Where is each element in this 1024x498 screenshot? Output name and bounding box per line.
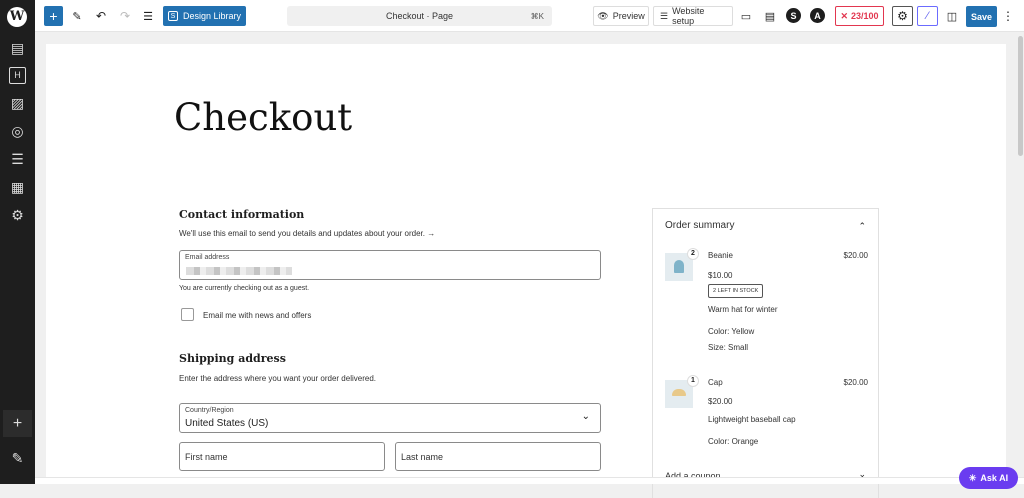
add-icon[interactable]: + bbox=[3, 410, 32, 437]
website-setup-button[interactable]: ☰ Website setup bbox=[653, 6, 733, 26]
sidebar: W ▤ H ▨ ◎ ☰ ▦ ⚙ + ✎ bbox=[0, 0, 35, 484]
edit-icon[interactable]: ✎ bbox=[9, 450, 26, 467]
contact-heading: Contact information bbox=[179, 208, 305, 221]
pen-icon[interactable]: ✎ bbox=[69, 6, 85, 26]
top-toolbar: + ✎ ↶ ↷ ☰ S Design Library Checkout · Pag… bbox=[35, 0, 1024, 32]
item-attribute: Color: Yellow bbox=[708, 327, 755, 336]
stackable-icon: S bbox=[167, 11, 178, 21]
item-total: $20.00 bbox=[843, 378, 868, 387]
list-icon: ☰ bbox=[660, 10, 669, 21]
shortcut-hint: ⌘K bbox=[530, 11, 544, 21]
item-attribute: Size: Small bbox=[708, 343, 749, 352]
save-button[interactable]: Save bbox=[966, 6, 997, 27]
ai-sparkle-icon: ✳ bbox=[968, 472, 977, 483]
ask-ai-button[interactable]: ✳ Ask AI bbox=[959, 467, 1018, 489]
more-options-icon[interactable]: ⋮ bbox=[1002, 6, 1014, 26]
ask-ai-label: Ask AI bbox=[980, 473, 1009, 483]
quantity-badge: 1 bbox=[687, 375, 699, 387]
guest-note: You are currently checking out as a gues… bbox=[179, 285, 310, 292]
design-library-label: Design Library bbox=[182, 11, 242, 21]
device-preview-icon[interactable]: ▭ bbox=[738, 6, 754, 26]
bottom-bar bbox=[35, 477, 1024, 484]
redo-icon[interactable]: ↷ bbox=[117, 6, 133, 26]
design-library-button[interactable]: S Design Library bbox=[163, 6, 246, 26]
document-title: Checkout · Page bbox=[385, 11, 454, 21]
order-summary-heading[interactable]: Order summary bbox=[665, 220, 734, 231]
shipping-description: Enter the address where you want your or… bbox=[179, 374, 376, 383]
country-select[interactable]: Country/Region United States (US) ⌄ bbox=[179, 403, 601, 433]
newsletter-checkbox[interactable] bbox=[181, 308, 194, 321]
sections-icon[interactable]: ☰ bbox=[9, 151, 26, 168]
command-palette[interactable]: Checkout · Page ⌘K bbox=[287, 6, 552, 26]
item-price: $20.00 bbox=[708, 397, 733, 406]
pages-icon[interactable]: ▤ bbox=[762, 6, 778, 26]
order-summary-panel: Order summary ⌃ 2 Beanie $20.00 $10.00 2… bbox=[652, 208, 879, 498]
cap-icon bbox=[672, 389, 686, 396]
last-name-placeholder: Last name bbox=[401, 452, 444, 462]
target-icon[interactable]: ◎ bbox=[9, 123, 26, 140]
add-block-button[interactable]: + bbox=[44, 6, 63, 26]
item-total: $20.00 bbox=[843, 251, 868, 260]
email-label: Email address bbox=[185, 254, 230, 261]
undo-icon[interactable]: ↶ bbox=[93, 6, 109, 26]
ai-wand-button[interactable]: ⁄ bbox=[917, 6, 938, 26]
stackable-plugin-icon[interactable]: S bbox=[786, 8, 801, 23]
beanie-icon bbox=[674, 260, 684, 273]
country-value: United States (US) bbox=[185, 418, 269, 429]
first-name-placeholder: First name bbox=[185, 452, 228, 462]
stock-badge: 2 LEFT IN STOCK bbox=[708, 284, 764, 298]
first-name-field[interactable]: First name bbox=[179, 442, 385, 471]
style-icon[interactable]: ⚙ bbox=[9, 207, 26, 224]
email-value-blurred bbox=[186, 267, 292, 275]
astra-icon[interactable]: A bbox=[810, 8, 825, 23]
preview-label: Preview bbox=[612, 11, 645, 21]
settings-wheel-button[interactable]: ⚙ bbox=[892, 6, 913, 26]
wordpress-logo-icon[interactable]: W bbox=[7, 7, 27, 27]
contact-description: We'll use this email to send you details… bbox=[179, 229, 436, 238]
newsletter-label[interactable]: Email me with news and offers bbox=[203, 311, 311, 320]
image-icon[interactable]: ▨ bbox=[9, 95, 26, 112]
quantity-badge: 2 bbox=[687, 248, 699, 260]
layout-icon[interactable]: ▤ bbox=[9, 40, 26, 57]
email-field[interactable]: Email address bbox=[179, 250, 601, 280]
seo-score-button[interactable]: ✕ 23/100 bbox=[835, 6, 884, 26]
country-label: Country/Region bbox=[185, 407, 234, 414]
page-title[interactable]: Checkout bbox=[174, 96, 352, 139]
seo-score: 23/100 bbox=[851, 11, 879, 21]
scrollbar[interactable] bbox=[1018, 36, 1023, 156]
list-view-icon[interactable]: ☰ bbox=[140, 6, 156, 26]
chevron-down-icon: ⌄ bbox=[581, 411, 590, 422]
editor-canvas: Checkout Contact information We'll use t… bbox=[46, 44, 1006, 498]
chevron-up-icon[interactable]: ⌃ bbox=[858, 221, 866, 232]
form-icon[interactable]: ▦ bbox=[9, 179, 26, 196]
heading-icon[interactable]: H bbox=[9, 67, 26, 84]
item-description: Lightweight baseball cap bbox=[708, 415, 796, 424]
item-price: $10.00 bbox=[708, 271, 733, 280]
item-name: Cap bbox=[708, 378, 723, 387]
save-label: Save bbox=[970, 11, 993, 22]
item-attribute: Color: Orange bbox=[708, 437, 759, 446]
sidebar-toggle-icon[interactable]: ◫ bbox=[944, 6, 960, 26]
item-name: Beanie bbox=[708, 251, 733, 260]
eye-icon: 👁 bbox=[597, 10, 609, 21]
shipping-heading: Shipping address bbox=[179, 352, 286, 365]
preview-button[interactable]: 👁 Preview bbox=[593, 6, 649, 26]
website-setup-label: Website setup bbox=[672, 6, 705, 26]
item-description: Warm hat for winter bbox=[708, 305, 778, 314]
score-icon: ✕ bbox=[840, 10, 848, 21]
last-name-field[interactable]: Last name bbox=[395, 442, 601, 471]
